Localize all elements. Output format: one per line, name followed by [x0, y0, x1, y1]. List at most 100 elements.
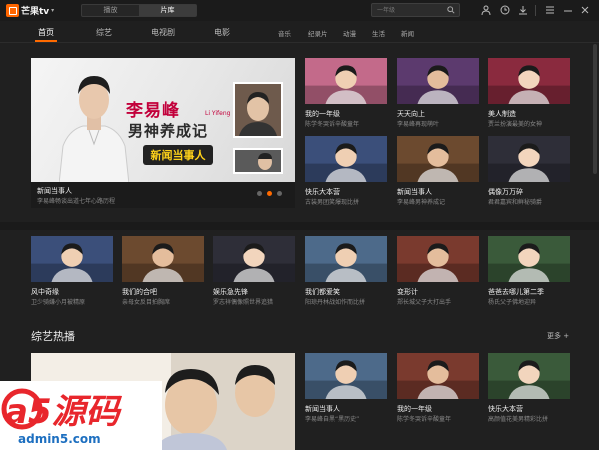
- tab-play[interactable]: 播放: [82, 5, 139, 16]
- chevron-down-icon[interactable]: ▾: [51, 7, 54, 14]
- video-subtitle: 陈学冬哭诉辛酸童年: [397, 416, 452, 423]
- search-box: [371, 3, 460, 17]
- thumbnail-image: [488, 58, 570, 104]
- video-subtitle: 君君嘉宾和鲜秘骑爵: [488, 199, 543, 206]
- video-card[interactable]: 爸爸去哪儿第二季 杨氏父子佛地迎异: [488, 236, 570, 306]
- show-logo-image: 新闻当事人: [143, 145, 213, 165]
- banner-subtitle: Li Yifeng: [205, 110, 231, 117]
- video-subtitle: 亲母女反目拍胸席: [122, 299, 171, 306]
- video-title: 我的一年级: [305, 110, 340, 118]
- close-icon[interactable]: [580, 5, 590, 15]
- thumbnail-image: [213, 236, 295, 282]
- minimize-icon[interactable]: [563, 5, 573, 15]
- logo-text: 芒果tv: [21, 6, 50, 17]
- thumbnail-image: [488, 236, 570, 282]
- video-card[interactable]: 变形计郑长城父子大打出手: [397, 236, 479, 306]
- video-title: 新闻当事人: [305, 405, 340, 413]
- banner-photo-1-image: [235, 84, 281, 136]
- nav-active-indicator: [35, 40, 57, 42]
- banner-title-name: 李易峰: [126, 101, 180, 121]
- nav-anime[interactable]: 动漫: [343, 28, 356, 38]
- thumbnail-image: [305, 136, 387, 182]
- category-nav: 首页 综艺 电视剧 电影 音乐 纪录片 动漫 生活 新闻: [0, 21, 599, 43]
- app-logo[interactable]: 芒果tv ▾: [6, 3, 54, 17]
- video-card[interactable]: 新闻当事人李易峰自黑“黑历史”: [305, 353, 387, 423]
- banner-caption-subtitle: 李易峰畅谈出道七年心路历程: [37, 198, 116, 205]
- download-icon[interactable]: [518, 5, 528, 15]
- video-title: 我们的合吧: [122, 288, 157, 296]
- scrollbar[interactable]: [593, 44, 597, 174]
- tab-library[interactable]: 片库: [139, 5, 196, 16]
- search-input[interactable]: [372, 4, 442, 16]
- video-title: 美人制造: [488, 110, 516, 118]
- thumbnail-image: [305, 353, 387, 399]
- nav-movies[interactable]: 电影: [214, 27, 230, 38]
- nav-news[interactable]: 新闻: [401, 28, 414, 38]
- video-card[interactable]: 美人制造贾兰扮演最美的女神: [488, 58, 570, 128]
- thumbnail-image: [488, 136, 570, 182]
- video-title: 变形计: [397, 288, 418, 296]
- video-title: 我的一年级: [397, 405, 432, 413]
- video-card[interactable]: 我的一年级陈学冬哭诉辛酸童年: [397, 353, 479, 423]
- more-link[interactable]: 更多 +: [547, 331, 569, 341]
- video-card[interactable]: 快乐大本营 古装男团笑爆现比拼: [305, 136, 387, 206]
- user-icon[interactable]: [481, 5, 491, 15]
- watermark-logo: a5源码 admin5.com: [0, 381, 162, 450]
- video-title: 爸爸去哪儿第二季: [488, 288, 544, 296]
- featured-banner[interactable]: 李易峰 Li Yifeng 男神养成记 新闻当事人: [31, 58, 295, 182]
- video-subtitle: 卫少骑嫌小月被精原: [31, 299, 86, 306]
- video-subtitle: 罗志祥偶像照世界追猎: [213, 299, 274, 306]
- thumbnail-image: [122, 236, 204, 282]
- video-card[interactable]: 我们都爱笑 阳琼丹林战如作而比拼: [305, 236, 387, 306]
- video-subtitle: 李易峰再现萌叶: [397, 121, 440, 128]
- banner-title-tagline: 男神养成记: [128, 122, 209, 140]
- video-card[interactable]: 快乐大本营 高颜值花美男精彩比拼: [488, 353, 570, 423]
- nav-tv-series[interactable]: 电视剧: [151, 27, 175, 38]
- carousel-dot[interactable]: [277, 191, 282, 196]
- thumbnail-image: [397, 353, 479, 399]
- video-title: 天天向上: [397, 110, 425, 118]
- nav-variety[interactable]: 综艺: [96, 27, 112, 38]
- video-subtitle: 高颜值花美男精彩比拼: [488, 416, 549, 423]
- video-title: 偶像万万碎: [488, 188, 523, 196]
- video-card[interactable]: 天天向上李易峰再现萌叶: [397, 58, 479, 128]
- video-title: 娱乐急先锋: [213, 288, 248, 296]
- carousel-dot-active[interactable]: [267, 191, 272, 196]
- title-bar: 芒果tv ▾ 播放 片库: [0, 0, 599, 21]
- video-card[interactable]: 我的一年级陈学冬哭诉辛酸童年: [305, 58, 387, 128]
- carousel-dot[interactable]: [257, 191, 262, 196]
- video-card[interactable]: 娱乐急先锋罗志祥偶像照世界追猎: [213, 236, 295, 306]
- video-subtitle: 贾兰扮演最美的女神: [488, 121, 543, 128]
- search-icon[interactable]: [447, 6, 455, 14]
- video-card[interactable]: 风中奇缘 卫少骑嫌小月被精原: [31, 236, 113, 306]
- menu-icon[interactable]: [545, 5, 555, 15]
- video-subtitle: 郑长城父子大打出手: [397, 299, 452, 306]
- banner-photo-1: [233, 82, 283, 138]
- banner-photo-2-image: [235, 150, 281, 172]
- video-title: 新闻当事人: [397, 188, 432, 196]
- thumbnail-image: [397, 58, 479, 104]
- video-subtitle: 古装男团笑爆现比拼: [305, 199, 360, 206]
- thumbnail-image: [397, 136, 479, 182]
- banner-caption[interactable]: 新闻当事人 李易峰畅谈出道七年心路历程: [31, 182, 295, 208]
- section-title: 综艺热播: [31, 330, 75, 343]
- video-card[interactable]: 新闻当事人李易峰男神养成记: [397, 136, 479, 206]
- nav-music[interactable]: 音乐: [278, 28, 291, 38]
- video-subtitle: 阳琼丹林战如作而比拼: [305, 299, 366, 306]
- video-subtitle: 陈学冬哭诉辛酸童年: [305, 121, 360, 128]
- video-card[interactable]: 我们的合吧亲母女反目拍胸席: [122, 236, 204, 306]
- mango-logo-icon: [6, 3, 19, 17]
- nav-life[interactable]: 生活: [372, 28, 385, 38]
- video-subtitle: 李易峰男神养成记: [397, 199, 446, 206]
- video-subtitle: 李易峰自黑“黑历史”: [305, 416, 360, 423]
- watermark-url: admin5.com: [18, 432, 101, 446]
- nav-home[interactable]: 首页: [38, 27, 54, 38]
- video-subtitle: 杨氏父子佛地迎异: [488, 299, 537, 306]
- thumbnail-image: [305, 236, 387, 282]
- mode-switch: 播放 片库: [81, 4, 197, 17]
- nav-documentary[interactable]: 纪录片: [308, 28, 328, 38]
- thumbnail-image: [31, 236, 113, 282]
- thumbnail-image: [397, 236, 479, 282]
- video-card[interactable]: 偶像万万碎君君嘉宾和鲜秘骑爵: [488, 136, 570, 206]
- history-icon[interactable]: [500, 5, 510, 15]
